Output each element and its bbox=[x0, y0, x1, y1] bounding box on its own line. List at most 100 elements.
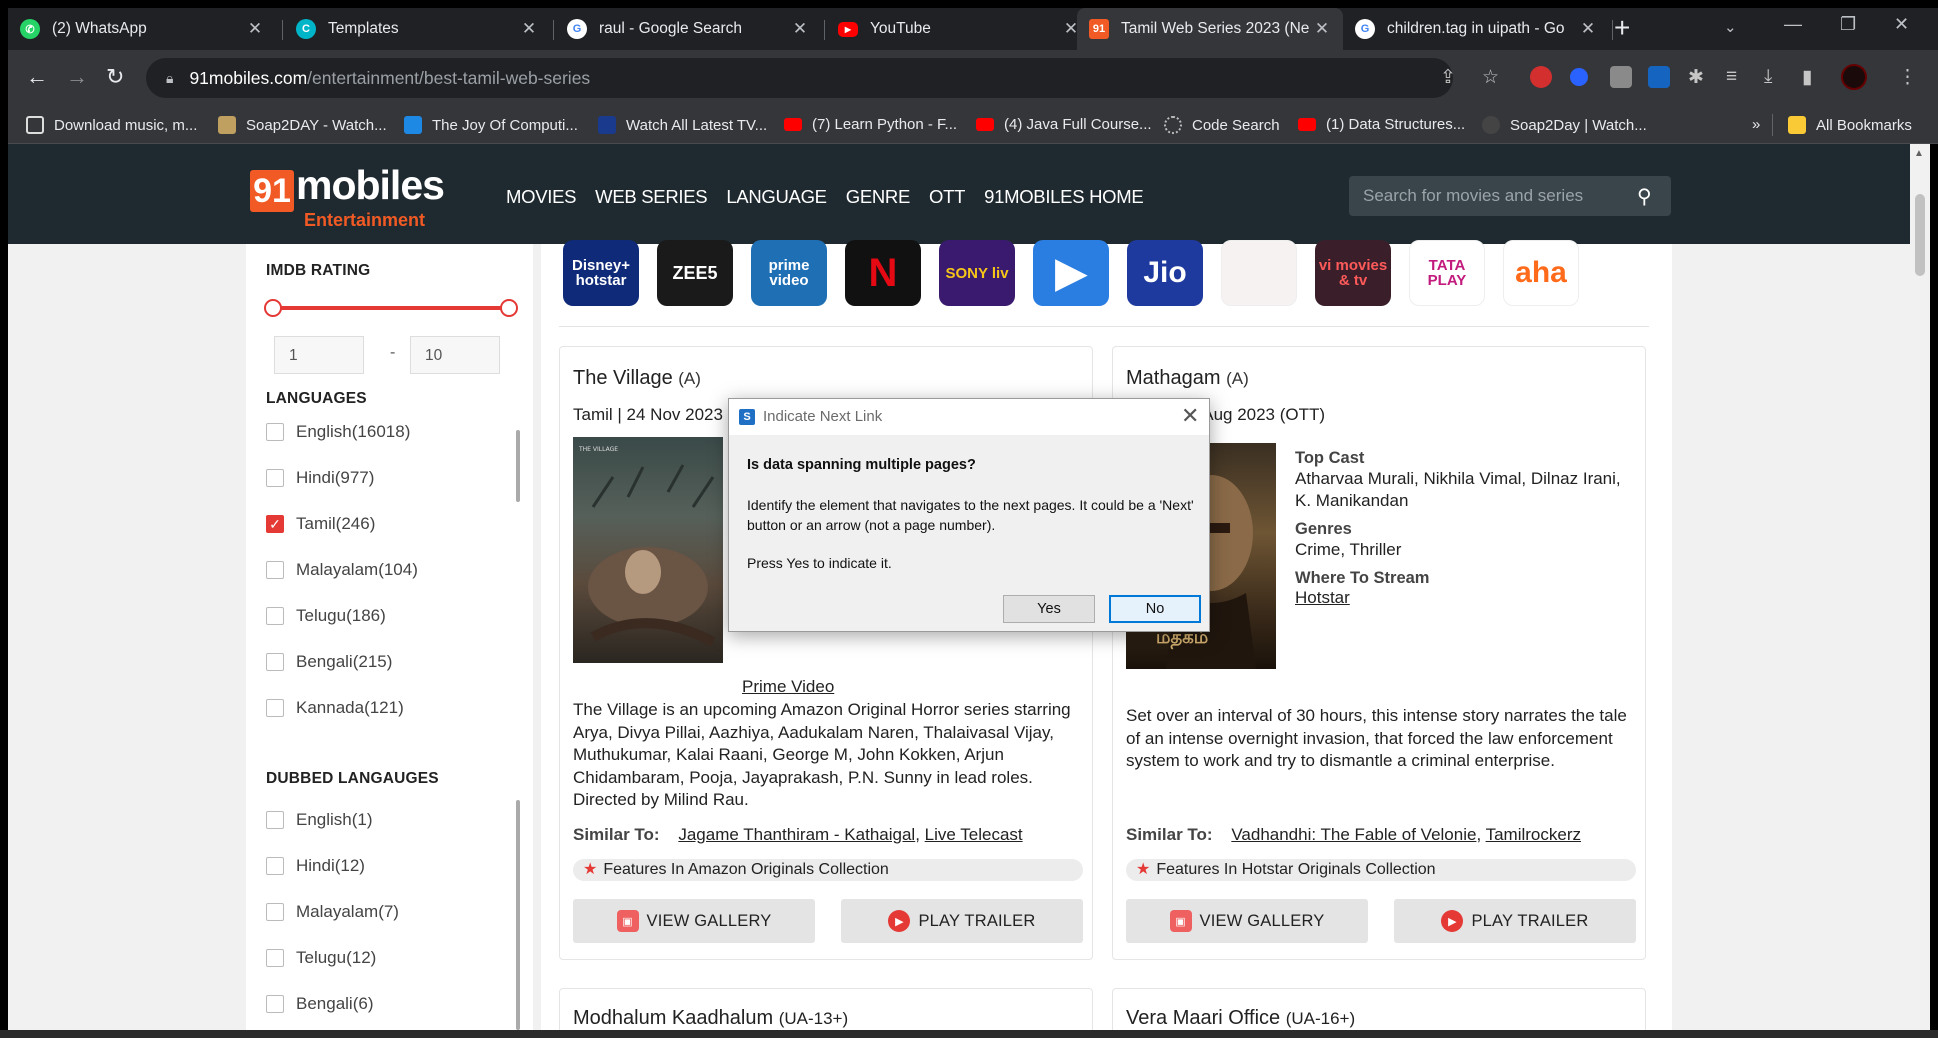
language-option-telugu[interactable]: Telugu(186) bbox=[266, 606, 386, 626]
tab-templates[interactable]: C Templates ✕ bbox=[284, 8, 550, 50]
language-option-malayalam[interactable]: Malayalam(104) bbox=[266, 560, 418, 580]
aha-logo[interactable]: aha bbox=[1503, 240, 1579, 306]
bookmark-star-icon[interactable]: ☆ bbox=[1482, 66, 1499, 89]
dubbed-option-telugu[interactable]: Telugu(12) bbox=[266, 948, 376, 968]
tab-91mobiles[interactable]: 91 Tamil Web Series 2023 (Ne ✕ bbox=[1077, 8, 1343, 50]
close-icon[interactable]: ✕ bbox=[791, 19, 809, 39]
poster-the-village[interactable]: THE VILLAGE bbox=[573, 437, 723, 663]
nav-web-series[interactable]: WEB SERIES bbox=[595, 186, 707, 208]
imdb-min-input[interactable]: 1 bbox=[274, 336, 364, 374]
card-title[interactable]: Modhalum Kaadhalum (UA-13+) bbox=[573, 1007, 848, 1030]
disney-hotstar-logo[interactable]: Disney+ hotstar bbox=[563, 240, 639, 306]
dubbed-option-bengali[interactable]: Bengali(6) bbox=[266, 994, 374, 1014]
nav-movies[interactable]: MOVIES bbox=[506, 186, 576, 208]
bookmark-item[interactable]: Download music, m... bbox=[26, 116, 197, 134]
close-icon[interactable]: ✕ bbox=[1579, 19, 1597, 39]
tab-search-chevron-icon[interactable]: ⌄ bbox=[1724, 18, 1737, 36]
share-icon[interactable]: ⇪ bbox=[1440, 66, 1456, 89]
tab-whatsapp[interactable]: ✆ (2) WhatsApp ✕ bbox=[8, 8, 276, 50]
bookmark-item[interactable]: The Joy Of Computi... bbox=[404, 116, 578, 134]
card-title[interactable]: The Village (A) bbox=[573, 367, 701, 390]
prime-video-logo[interactable]: prime video bbox=[751, 240, 827, 306]
reload-icon[interactable]: ↻ bbox=[106, 64, 124, 90]
bookmark-item[interactable]: (4) Java Full Course... bbox=[976, 116, 1152, 133]
forward-arrow-icon[interactable]: → bbox=[66, 64, 88, 90]
similar-link[interactable]: Vadhandhi: The Fable of Velonie bbox=[1231, 825, 1476, 844]
close-icon[interactable]: ✕ bbox=[246, 19, 264, 39]
jio-logo[interactable]: Jio bbox=[1127, 240, 1203, 306]
close-icon[interactable]: ✕ bbox=[520, 19, 538, 39]
media-controls-icon[interactable]: ≡ bbox=[1726, 66, 1737, 88]
stream-link[interactable]: Hotstar bbox=[1295, 588, 1635, 608]
play-trailer-button[interactable]: ▶ PLAY TRAILER bbox=[841, 899, 1083, 943]
scroll-up-icon[interactable]: ▲ bbox=[1914, 148, 1924, 159]
language-option-english[interactable]: English(16018) bbox=[266, 422, 410, 442]
checkbox[interactable] bbox=[266, 811, 284, 829]
checkbox-checked[interactable]: ✓ bbox=[266, 515, 284, 533]
checkbox[interactable] bbox=[266, 423, 284, 441]
nav-91mobiles-home[interactable]: 91MOBILES HOME bbox=[984, 186, 1144, 208]
checkbox[interactable] bbox=[266, 699, 284, 717]
address-bar[interactable]: 🔒︎ 91mobiles.com/entertainment/best-tami… bbox=[146, 58, 1453, 98]
bookmark-item[interactable]: Soap2DAY - Watch... bbox=[218, 116, 387, 134]
nav-genre[interactable]: GENRE bbox=[846, 186, 911, 208]
languages-scrollbar[interactable] bbox=[516, 430, 520, 502]
minimize-icon[interactable]: — bbox=[1784, 14, 1802, 35]
window-close-icon[interactable]: ✕ bbox=[1894, 14, 1909, 35]
checkbox[interactable] bbox=[266, 995, 284, 1013]
profile-avatar[interactable] bbox=[1841, 64, 1867, 90]
puzzle-extensions-icon[interactable]: ✱ bbox=[1688, 66, 1704, 89]
tab-google-search[interactable]: G raul - Google Search ✕ bbox=[555, 8, 821, 50]
tab-google-uipath[interactable]: G children.tag in uipath - Go ✕ bbox=[1343, 8, 1609, 50]
tab-youtube[interactable]: ▶ YouTube ✕ bbox=[826, 8, 1092, 50]
new-tab-icon[interactable]: + bbox=[1614, 14, 1630, 42]
site-search-input[interactable] bbox=[1363, 186, 1633, 206]
dialog-close-icon[interactable]: ✕ bbox=[1181, 403, 1199, 429]
similar-link[interactable]: Jagame Thanthiram - Kathaigal bbox=[678, 825, 915, 844]
zee5-logo[interactable]: ZEE5 bbox=[657, 240, 733, 306]
nav-language[interactable]: LANGUAGE bbox=[726, 186, 827, 208]
download-icon[interactable]: ⤓ bbox=[1764, 66, 1772, 88]
yes-button[interactable]: Yes bbox=[1003, 595, 1095, 623]
sonyliv-logo[interactable]: SONY liv bbox=[939, 240, 1015, 306]
close-icon[interactable]: ✕ bbox=[1313, 19, 1331, 39]
back-arrow-icon[interactable]: ← bbox=[26, 64, 48, 90]
imdb-min-handle[interactable] bbox=[264, 299, 282, 317]
nav-ott[interactable]: OTT bbox=[929, 186, 965, 208]
collection-badge[interactable]: ★ Features In Hotstar Originals Collectio… bbox=[1126, 859, 1636, 881]
card-title[interactable]: Mathagam (A) bbox=[1126, 367, 1249, 390]
language-option-tamil[interactable]: ✓ Tamil(246) bbox=[266, 514, 375, 534]
side-panel-icon[interactable]: ▮ bbox=[1802, 66, 1812, 89]
dubbed-option-english[interactable]: English(1) bbox=[266, 810, 373, 830]
stream-link[interactable]: Prime Video bbox=[742, 677, 834, 696]
vi-movies-logo[interactable]: vi movies & tv bbox=[1315, 240, 1391, 306]
extension-red-icon[interactable] bbox=[1530, 66, 1552, 88]
view-gallery-button[interactable]: ▣ VIEW GALLERY bbox=[573, 899, 815, 943]
checkbox[interactable] bbox=[266, 607, 284, 625]
camera-extension-icon[interactable] bbox=[1610, 66, 1632, 88]
extension-blue-icon[interactable] bbox=[1570, 68, 1588, 86]
netflix-logo[interactable]: N bbox=[845, 240, 921, 306]
search-icon[interactable]: ⚲ bbox=[1637, 184, 1652, 209]
bookmark-item[interactable]: (1) Data Structures... bbox=[1298, 116, 1465, 133]
view-gallery-button[interactable]: ▣ VIEW GALLERY bbox=[1126, 899, 1368, 943]
checkbox[interactable] bbox=[266, 561, 284, 579]
stream-link-partial[interactable]: Prime Video bbox=[742, 677, 1082, 697]
uipath-extension-icon[interactable] bbox=[1648, 66, 1670, 88]
checkbox[interactable] bbox=[266, 469, 284, 487]
dubbed-scrollbar[interactable] bbox=[516, 800, 520, 1030]
imdb-max-input[interactable]: 10 bbox=[410, 336, 500, 374]
language-option-hindi[interactable]: Hindi(977) bbox=[266, 468, 374, 488]
tata-play-logo[interactable]: TATA PLAY bbox=[1409, 240, 1485, 306]
checkbox[interactable] bbox=[266, 653, 284, 671]
play-trailer-button[interactable]: ▶ PLAY TRAILER bbox=[1394, 899, 1636, 943]
hoichoi-logo[interactable] bbox=[1221, 240, 1297, 306]
all-bookmarks-button[interactable]: All Bookmarks bbox=[1788, 116, 1912, 134]
similar-link[interactable]: Tamilrockerz bbox=[1486, 825, 1581, 844]
kebab-menu-icon[interactable]: ⋮ bbox=[1898, 66, 1917, 89]
page-scrollbar[interactable]: ▲ bbox=[1910, 144, 1930, 1030]
collection-badge[interactable]: ★ Features In Amazon Originals Collection bbox=[573, 859, 1083, 881]
restore-icon[interactable]: ❐ bbox=[1840, 14, 1856, 35]
language-option-kannada[interactable]: Kannada(121) bbox=[266, 698, 404, 718]
mx-player-logo[interactable]: ▶ bbox=[1033, 240, 1109, 306]
